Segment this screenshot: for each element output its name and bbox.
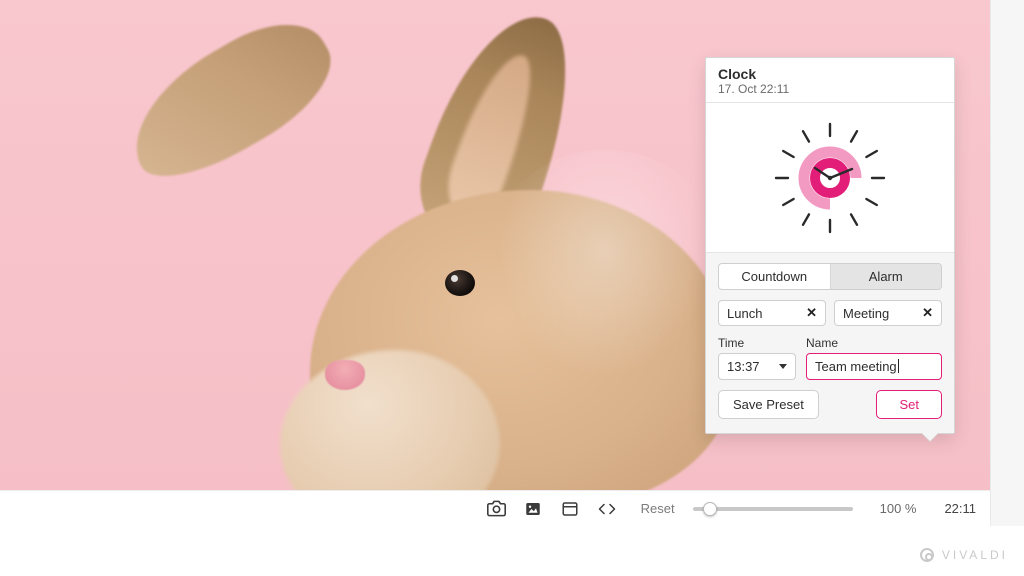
zoom-slider[interactable] [693,507,854,511]
statusbar-clock[interactable]: 22:11 [934,501,976,516]
vivaldi-logo-icon [920,548,934,562]
preset-chip-label: Lunch [727,306,762,321]
text-cursor [898,359,899,373]
panel-toggle-icon[interactable] [561,499,580,519]
close-icon[interactable]: ✕ [922,305,933,321]
app-root: Clock 17. Oct 22:11 [0,0,1024,576]
tab-alarm[interactable]: Alarm [831,264,942,289]
time-select[interactable]: 13:37 [718,353,796,380]
time-field: Time 13:37 [718,336,796,380]
clock-face-icon [770,118,890,238]
tab-countdown[interactable]: Countdown [719,264,830,289]
clock-popup: Clock 17. Oct 22:11 [705,57,955,434]
brand-label: VIVALDI [942,548,1008,562]
time-label: Time [718,336,796,350]
brand-watermark: VIVALDI [920,548,1008,562]
zoom-reset-button[interactable]: Reset [641,501,675,516]
name-input[interactable]: Team meeting [806,353,942,380]
code-icon[interactable] [598,499,617,519]
clock-face [706,103,954,253]
popup-actions: Save Preset Set [718,390,942,419]
popup-arrow [922,433,938,441]
clock-popup-datetime: 17. Oct 22:11 [718,82,942,96]
name-field: Name Team meeting [806,336,942,380]
preset-chip-label: Meeting [843,306,889,321]
preset-chips: Lunch ✕ Meeting ✕ [718,300,942,326]
zoom-slider-thumb[interactable] [703,502,717,516]
time-value: 13:37 [727,359,760,374]
clock-popup-title: Clock [718,66,942,82]
camera-icon[interactable] [487,499,506,519]
save-preset-button[interactable]: Save Preset [718,390,819,419]
image-icon[interactable] [524,499,543,519]
name-label: Name [806,336,942,350]
chevron-down-icon [779,364,787,369]
set-button[interactable]: Set [876,390,942,419]
wallpaper-rabbit-illustration [250,60,770,490]
preset-chip-lunch[interactable]: Lunch ✕ [718,300,826,326]
preset-chip-meeting[interactable]: Meeting ✕ [834,300,942,326]
name-input-value: Team meeting [815,359,897,374]
right-panel-strip [990,0,1024,526]
alarm-fields: Time 13:37 Name Team meeting [718,336,942,380]
status-bar: Reset 100 % 22:11 [0,490,990,526]
clock-popup-body: Countdown Alarm Lunch ✕ Meeting ✕ Time [706,253,954,433]
zoom-level: 100 % [871,501,916,516]
clock-popup-header: Clock 17. Oct 22:11 [706,58,954,103]
mode-segmented-control: Countdown Alarm [718,263,942,290]
close-icon[interactable]: ✕ [806,305,817,321]
